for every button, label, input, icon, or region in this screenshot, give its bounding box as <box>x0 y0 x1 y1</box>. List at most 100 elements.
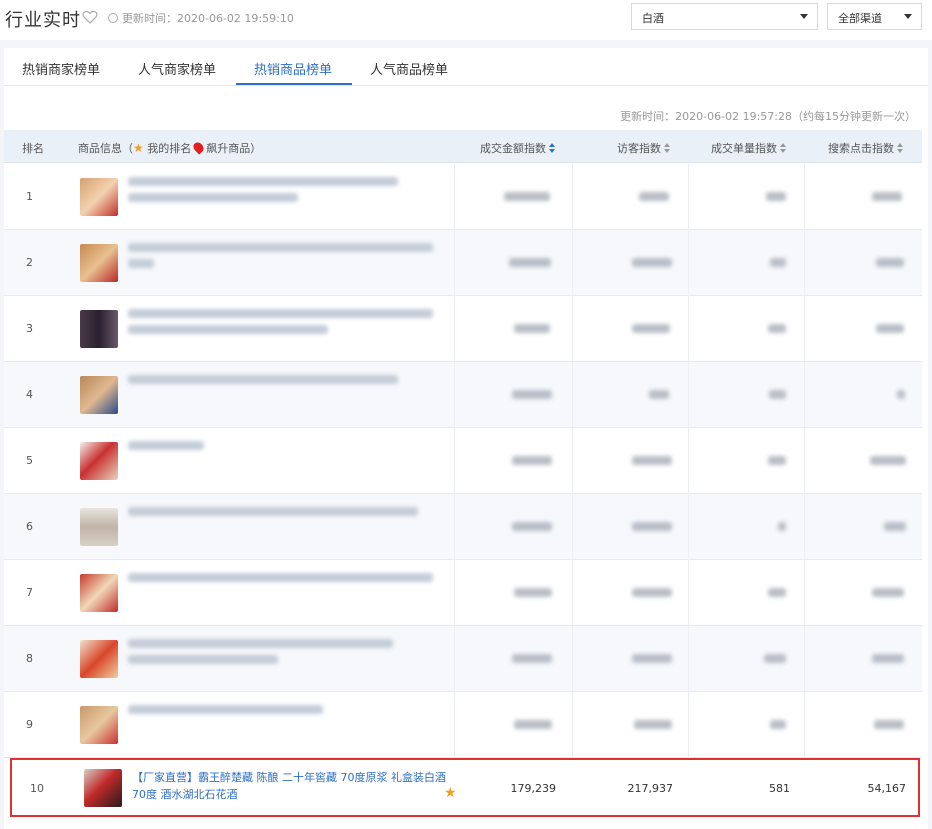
column-divider <box>804 626 805 692</box>
rank-number: 3 <box>26 322 33 335</box>
blurred-value <box>876 258 904 267</box>
product-thumbnail[interactable] <box>80 178 118 216</box>
column-divider <box>454 494 455 560</box>
product-thumbnail[interactable] <box>84 769 122 807</box>
table-row[interactable]: 4 <box>4 362 922 428</box>
tab-hot-sellers[interactable]: 热销商家榜单 <box>22 59 100 78</box>
blurred-value <box>649 390 669 399</box>
table-header: 排名 商品信息（★ 我的排名 飙升商品） 成交金额指数 访客指数 成交单量指数 搜… <box>4 130 922 163</box>
chevron-down-icon <box>904 14 912 19</box>
product-thumbnail[interactable] <box>80 574 118 612</box>
order-index-value: 581 <box>769 782 790 795</box>
column-divider <box>572 296 573 362</box>
blurred-value <box>512 654 552 663</box>
product-thumbnail[interactable] <box>80 244 118 282</box>
rank-number: 5 <box>26 454 33 467</box>
blurred-value <box>766 192 786 201</box>
column-divider <box>454 164 455 230</box>
table-row[interactable]: 3 <box>4 296 922 362</box>
column-divider <box>688 296 689 362</box>
update-time: 更新时间：2020-06-02 19:59:10 <box>108 10 294 26</box>
col-gmv-index[interactable]: 成交金额指数 <box>480 140 555 156</box>
blurred-value <box>512 390 552 399</box>
col-rising-label: 飙升商品） <box>206 142 262 155</box>
update-time-text: 更新时间：2020-06-02 19:59:10 <box>122 12 294 25</box>
blurred-value <box>770 258 786 267</box>
table-row[interactable]: 2 <box>4 230 922 296</box>
table-row[interactable]: 1 <box>4 164 922 230</box>
tab-popular-sellers[interactable]: 人气商家榜单 <box>138 59 216 78</box>
column-divider <box>572 560 573 626</box>
blurred-value <box>876 324 904 333</box>
column-divider <box>572 362 573 428</box>
tab-bar: 热销商家榜单 人气商家榜单 热销商品榜单 人气商品榜单 <box>4 48 928 86</box>
col-order-index[interactable]: 成交单量指数 <box>711 140 786 156</box>
tab-hot-products[interactable]: 热销商品榜单 <box>254 59 332 78</box>
product-name-link[interactable]: 【厂家直营】霸王醉楚藏 陈酿 二十年窖藏 70度原浆 礼盒装白酒 70度 酒水湖… <box>132 769 447 803</box>
heart-icon[interactable] <box>82 9 98 25</box>
column-divider <box>572 626 573 692</box>
star-icon[interactable]: ★ <box>444 785 457 801</box>
product-thumbnail[interactable] <box>80 310 118 348</box>
product-thumbnail[interactable] <box>80 706 118 744</box>
column-divider <box>804 692 805 758</box>
column-divider <box>688 428 689 494</box>
col-visitor-index[interactable]: 访客指数 <box>617 140 670 156</box>
column-divider <box>572 164 573 230</box>
tab-popular-products[interactable]: 人气商品榜单 <box>370 59 448 78</box>
blurred-value <box>764 654 786 663</box>
table-row[interactable]: 6 <box>4 494 922 560</box>
blurred-product-name <box>128 441 204 450</box>
column-divider <box>804 362 805 428</box>
channel-select[interactable]: 全部渠道 <box>827 3 922 30</box>
category-select-value: 白酒 <box>642 12 664 25</box>
col-order-label: 成交单量指数 <box>711 142 777 155</box>
column-divider <box>804 164 805 230</box>
rising-icon <box>191 140 206 155</box>
table-row[interactable]: 7 <box>4 560 922 626</box>
blurred-value <box>632 258 672 267</box>
channel-select-value: 全部渠道 <box>838 12 882 25</box>
rank-number: 8 <box>26 652 33 665</box>
column-divider <box>688 230 689 296</box>
blurred-product-name <box>128 193 298 202</box>
rank-number: 9 <box>26 718 33 731</box>
blurred-value <box>504 192 550 201</box>
column-divider <box>454 296 455 362</box>
blurred-value <box>632 588 672 597</box>
clock-icon <box>108 13 118 23</box>
visitor-index-value: 217,937 <box>627 782 674 795</box>
column-divider <box>572 230 573 296</box>
product-thumbnail[interactable] <box>80 376 118 414</box>
blurred-value <box>884 522 906 531</box>
column-divider <box>688 626 689 692</box>
product-thumbnail[interactable] <box>80 442 118 480</box>
search-index-value: 54,167 <box>867 782 907 795</box>
blurred-product-name <box>128 243 433 252</box>
column-divider <box>688 692 689 758</box>
table-row[interactable]: 8 <box>4 626 922 692</box>
blurred-product-name <box>128 375 398 384</box>
highlighted-row[interactable]: 10 【厂家直营】霸王醉楚藏 陈酿 二十年窖藏 70度原浆 礼盒装白酒 70度 … <box>10 758 920 817</box>
table-row[interactable]: 9 <box>4 692 922 758</box>
page-title: 行业实时 <box>5 10 81 31</box>
blurred-product-name <box>128 259 154 268</box>
col-search-label: 搜索点击指数 <box>828 142 894 155</box>
star-icon: ★ <box>133 141 144 155</box>
col-search-index[interactable]: 搜索点击指数 <box>828 140 903 156</box>
product-thumbnail[interactable] <box>80 508 118 546</box>
product-thumbnail[interactable] <box>80 640 118 678</box>
col-product-info-label: 商品信息（ <box>78 142 133 155</box>
blurred-value <box>872 654 904 663</box>
rank-number: 6 <box>26 520 33 533</box>
column-divider <box>688 494 689 560</box>
category-select[interactable]: 白酒 <box>631 3 818 30</box>
column-divider <box>572 692 573 758</box>
blurred-value <box>769 390 786 399</box>
table-row[interactable]: 5 <box>4 428 922 494</box>
sort-icon <box>664 143 670 153</box>
blurred-value <box>514 324 550 333</box>
blurred-value <box>870 456 906 465</box>
rank-number: 10 <box>30 782 44 795</box>
column-divider <box>804 428 805 494</box>
